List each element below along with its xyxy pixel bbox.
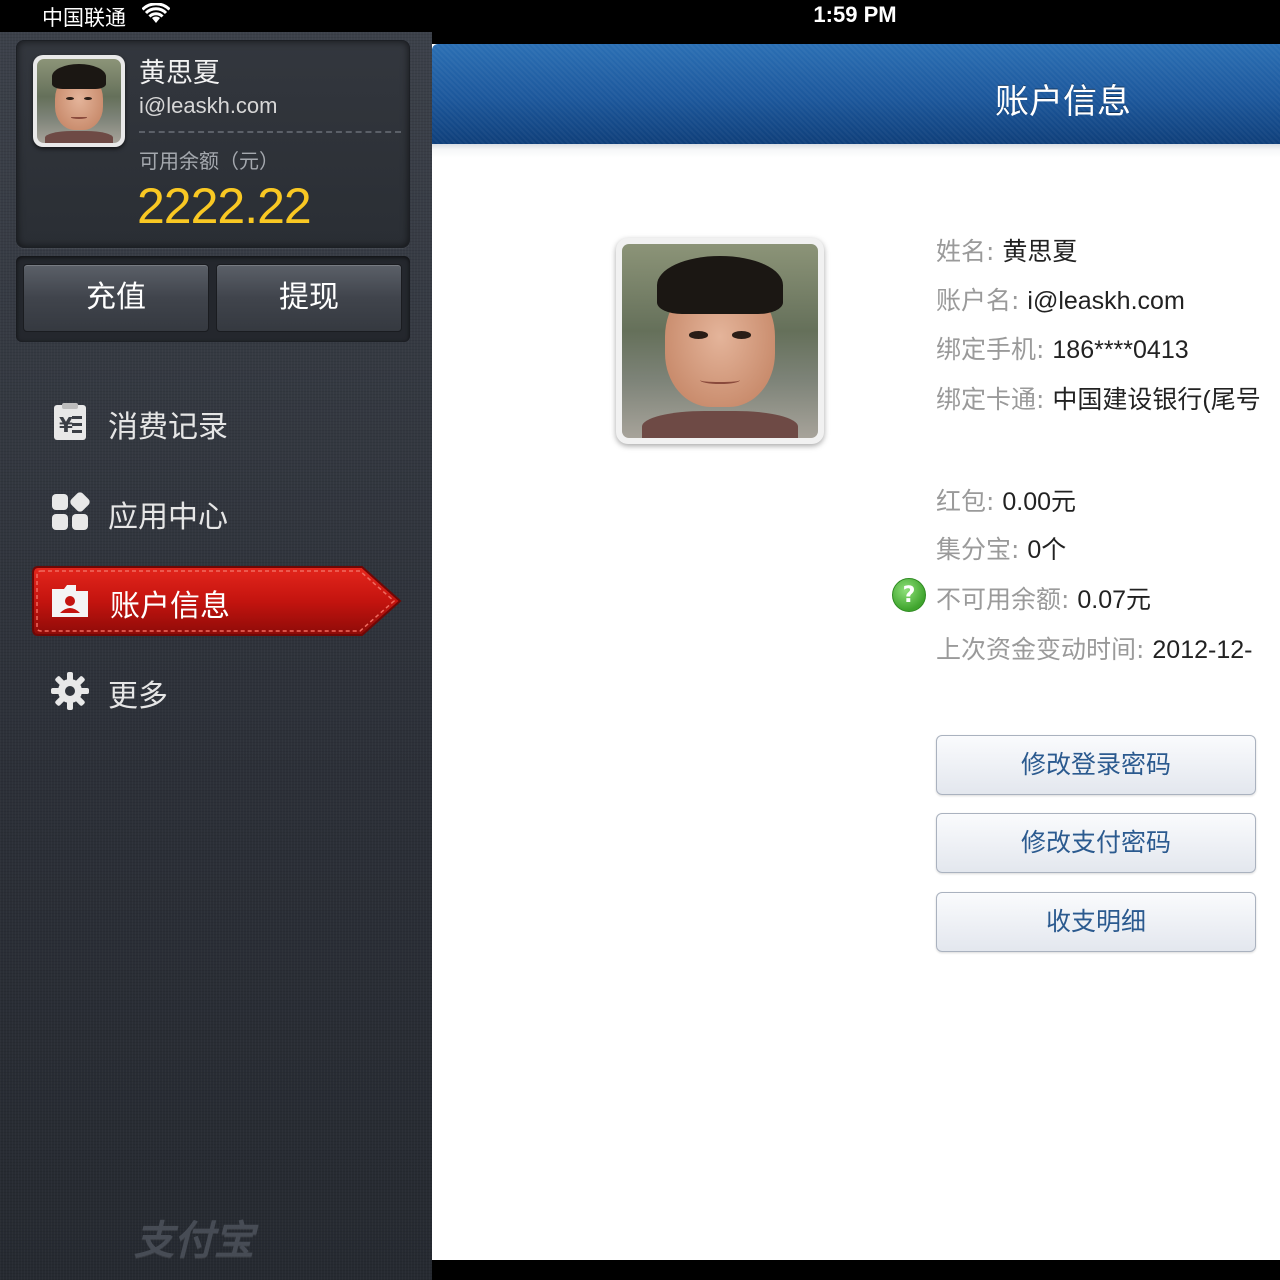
- info-key: 账户名:: [936, 286, 1020, 315]
- recharge-button[interactable]: 充值: [23, 264, 209, 332]
- status-bar: 中国联通 1:59 PM: [0, 0, 1280, 37]
- change-login-password-button[interactable]: 修改登录密码: [936, 735, 1256, 795]
- avatar[interactable]: [33, 55, 125, 147]
- info-value: 0个: [1027, 536, 1067, 564]
- profile-photo[interactable]: [616, 238, 824, 444]
- info-row-name: 姓名: 黄思夏: [936, 232, 1077, 268]
- info-row-unavailable-balance: 不可用余额: 0.07元: [936, 580, 1151, 616]
- info-key: 集分宝:: [936, 535, 1020, 564]
- info-value: 中国建设银行(尾号: [1052, 386, 1261, 414]
- balance-value: 2222.22: [137, 178, 312, 234]
- svg-text:¥: ¥: [59, 413, 73, 437]
- sidebar-item-app-center[interactable]: 应用中心: [32, 476, 398, 548]
- profile-photo-image: [622, 244, 818, 438]
- info-key: 红包:: [936, 487, 995, 516]
- info-row-last-change: 上次资金变动时间: 2012-12-: [936, 630, 1252, 666]
- sidebar-item-label: 消费记录: [108, 410, 228, 445]
- info-row-bank-card: 绑定卡通: 中国建设银行(尾号: [936, 380, 1261, 416]
- sidebar-item-label: 账户信息: [110, 589, 230, 624]
- sidebar-item-label: 更多: [108, 679, 168, 714]
- info-value: 0.07元: [1077, 586, 1152, 614]
- profile-card: 黄思夏 i@leaskh.com 可用余额（元） 2222.22: [16, 40, 410, 248]
- status-time: 1:59 PM: [813, 2, 897, 27]
- user-email: i@leaskh.com: [139, 93, 278, 118]
- info-key: 不可用余额:: [936, 585, 1070, 614]
- info-value: i@leaskh.com: [1027, 287, 1185, 315]
- balance-label: 可用余额（元）: [139, 149, 279, 173]
- info-key: 姓名:: [936, 237, 995, 266]
- withdraw-button[interactable]: 提现: [216, 264, 402, 332]
- apps-grid-icon: [52, 492, 90, 530]
- info-row-points: 集分宝: 0个: [936, 530, 1066, 566]
- statements-button[interactable]: 收支明细: [936, 892, 1256, 952]
- info-key: 上次资金变动时间:: [936, 635, 1145, 664]
- info-value: 0.00元: [1002, 488, 1077, 516]
- info-key: 绑定手机:: [936, 335, 1045, 364]
- avatar-photo: [37, 59, 121, 143]
- sidebar-item-more[interactable]: 更多: [32, 655, 398, 727]
- info-row-account: 账户名: i@leaskh.com: [936, 281, 1185, 317]
- change-pay-password-button[interactable]: 修改支付密码: [936, 813, 1256, 873]
- page-title: 账户信息: [995, 82, 1131, 122]
- alipay-logo: 支付宝: [134, 1218, 254, 1264]
- help-icon[interactable]: ?: [892, 578, 926, 612]
- gear-icon: [51, 672, 89, 710]
- sidebar-item-label: 应用中心: [108, 500, 228, 535]
- action-bar: 充值 提现: [16, 256, 410, 342]
- info-key: 绑定卡通:: [936, 385, 1045, 414]
- user-name: 黄思夏: [139, 58, 220, 89]
- main-panel: 账户信息 姓名: 黄思夏 账户名: i@leaskh.com 绑定手机: 186…: [432, 44, 1280, 1260]
- info-row-phone: 绑定手机: 186****0413: [936, 330, 1189, 366]
- sidebar: 黄思夏 i@leaskh.com 可用余额（元） 2222.22 充值 提现 ¥…: [0, 32, 432, 1280]
- sidebar-item-consumption-records[interactable]: ¥ 消费记录: [32, 386, 398, 458]
- receipt-icon: ¥: [54, 403, 86, 440]
- sidebar-item-account-info[interactable]: 账户信息: [32, 565, 402, 637]
- account-folder-icon: [52, 585, 88, 617]
- info-value: 2012-12-: [1152, 636, 1253, 664]
- info-value: 黄思夏: [1002, 238, 1078, 266]
- info-row-red-packet: 红包: 0.00元: [936, 482, 1076, 518]
- divider: [139, 131, 401, 133]
- info-value: 186****0413: [1052, 336, 1189, 364]
